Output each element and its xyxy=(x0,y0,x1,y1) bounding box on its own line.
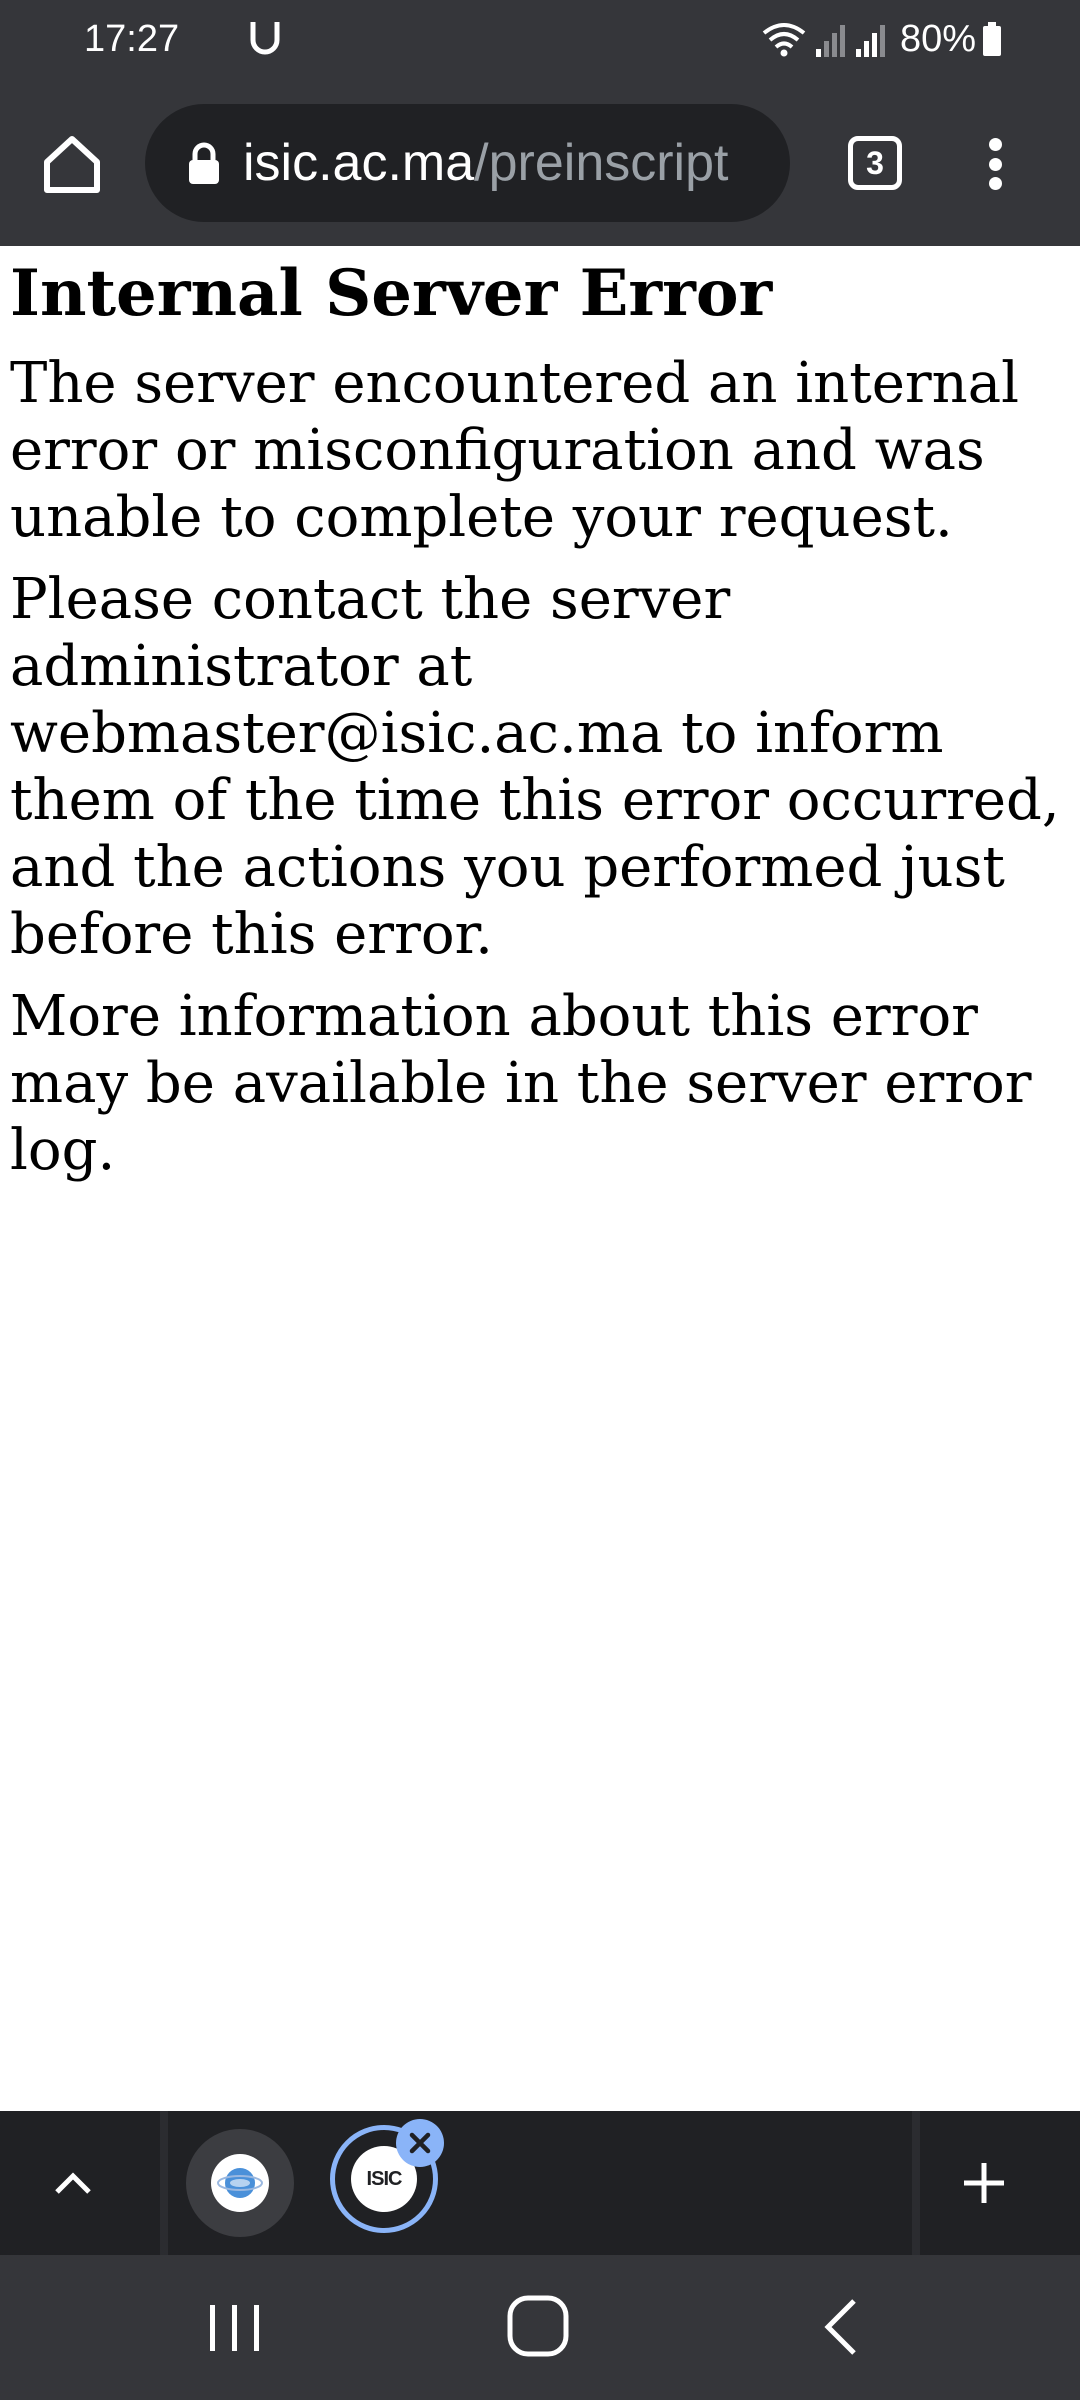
divider xyxy=(160,2111,168,2255)
url-text[interactable]: isic.ac.ma/preinscript xyxy=(243,133,728,193)
tab-count: 3 xyxy=(848,136,902,190)
globe-favicon-icon xyxy=(211,2154,269,2212)
browser-toolbar: isic.ac.ma/preinscript 3 xyxy=(0,80,1080,246)
u-icon xyxy=(250,22,280,55)
plus-icon xyxy=(964,2163,1004,2203)
divider xyxy=(912,2111,920,2255)
error-description: The server encountered an internal error… xyxy=(10,351,1019,550)
close-icon xyxy=(409,2132,431,2154)
expand-tab-strip-button[interactable] xyxy=(0,2111,145,2255)
globe-icon xyxy=(217,2168,263,2198)
page-content: Internal Server Error The server encount… xyxy=(0,246,1080,2111)
signal-icon xyxy=(855,25,885,57)
tab-switcher-button[interactable]: 3 xyxy=(840,130,910,196)
status-time: 17:27 xyxy=(84,18,180,60)
system-nav-bar xyxy=(0,2255,1080,2400)
home-button[interactable] xyxy=(36,128,108,200)
lock-icon xyxy=(189,142,219,184)
url-path: /preinscript xyxy=(474,134,729,192)
home-nav-icon[interactable] xyxy=(505,2293,571,2359)
recent-apps-icon[interactable] xyxy=(200,2297,270,2357)
menu-dot xyxy=(988,138,1002,151)
contact-admin-text: Please contact the server administrator … xyxy=(10,567,1060,967)
status-bar: 17:27 80% xyxy=(0,0,1080,80)
tab-strip: ISIC xyxy=(0,2111,1080,2255)
url-host: isic.ac.ma xyxy=(243,134,475,192)
page-title: Internal Server Error xyxy=(10,256,773,331)
close-tab-button[interactable] xyxy=(396,2119,444,2167)
tab-item[interactable] xyxy=(186,2129,294,2237)
home-icon xyxy=(44,136,100,193)
signal-weak-icon xyxy=(815,25,845,57)
chevron-up-icon xyxy=(54,2172,91,2194)
menu-dot xyxy=(988,157,1002,171)
more-menu-button[interactable] xyxy=(975,128,1015,200)
back-icon[interactable] xyxy=(818,2295,864,2359)
wifi-icon xyxy=(762,23,806,57)
new-tab-button[interactable] xyxy=(948,2147,1020,2219)
battery-percent: 80% xyxy=(899,18,976,60)
address-bar[interactable]: isic.ac.ma/preinscript xyxy=(145,104,790,222)
error-log-text: More information about this error may be… xyxy=(10,984,1032,1183)
menu-dot xyxy=(988,177,1002,190)
status-icons: 80% xyxy=(760,14,1002,64)
battery-icon xyxy=(983,22,1001,56)
